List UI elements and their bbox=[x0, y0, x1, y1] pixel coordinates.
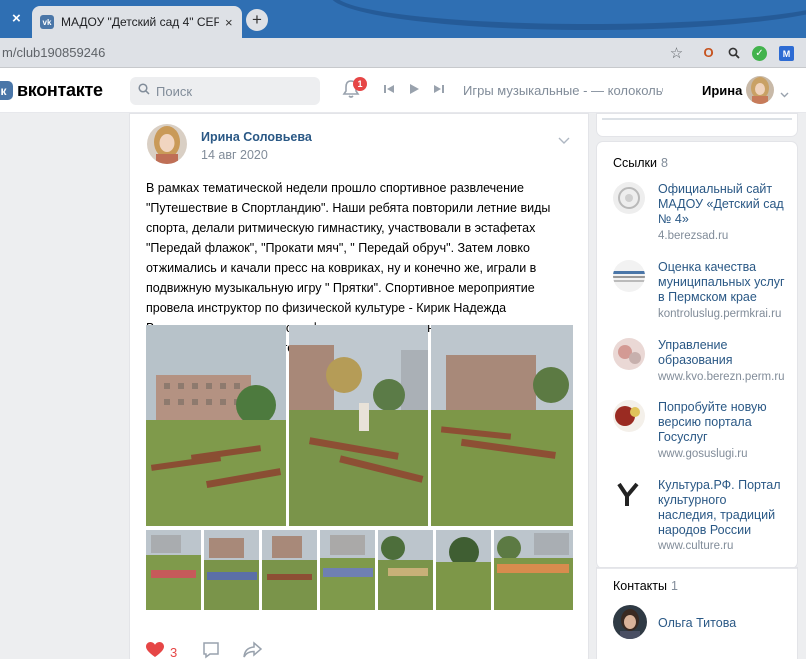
link-thumbnail bbox=[613, 260, 645, 292]
extension-o-icon[interactable]: O bbox=[700, 44, 717, 61]
block-divider bbox=[602, 118, 792, 120]
extension-search-icon[interactable] bbox=[725, 44, 742, 61]
audio-player-controls bbox=[383, 82, 445, 100]
search-icon bbox=[138, 82, 150, 100]
tab-title: МАДОУ "Детский сад 4" СЕРЕБР bbox=[61, 15, 219, 29]
link-title[interactable]: Оценка качества муниципальных услуг в Пе… bbox=[658, 260, 788, 305]
post-photo-7[interactable] bbox=[320, 530, 375, 610]
search-input[interactable] bbox=[156, 83, 306, 99]
contacts-heading[interactable]: Контакты 1 bbox=[613, 579, 678, 593]
previous-tab-close-icon[interactable]: × bbox=[12, 10, 21, 27]
link-thumbnail bbox=[613, 400, 645, 432]
link-thumbnail bbox=[613, 182, 645, 214]
links-heading[interactable]: Ссылки 8 bbox=[613, 156, 668, 170]
wall-post: Ирина Соловьева 14 авг 2020 В рамках тем… bbox=[130, 114, 588, 659]
browser-tab-strip: × vk МАДОУ "Детский сад 4" СЕРЕБР × + bbox=[0, 0, 806, 38]
address-bar: m/club190859246 ☆ O ✓ M bbox=[0, 38, 806, 68]
share-icon[interactable] bbox=[243, 641, 263, 659]
notification-badge: 1 bbox=[353, 77, 367, 91]
post-author-name[interactable]: Ирина Соловьева bbox=[201, 130, 312, 144]
link-title[interactable]: Официальный сайт МАДОУ «Детский сад № 4» bbox=[658, 182, 788, 227]
previous-track-icon[interactable] bbox=[383, 82, 395, 100]
contacts-block: Контакты 1 Ольга Титова bbox=[597, 568, 797, 659]
post-date[interactable]: 14 авг 2020 bbox=[201, 148, 268, 162]
vk-logo-text[interactable]: вконтакте bbox=[17, 80, 103, 101]
now-playing-track[interactable]: Игры музыкальные - — колокольч... bbox=[463, 83, 663, 98]
post-photo-3[interactable] bbox=[431, 325, 573, 526]
post-photo-10[interactable] bbox=[494, 530, 573, 610]
link-thumbnail bbox=[613, 478, 645, 510]
next-track-icon[interactable] bbox=[433, 82, 445, 100]
link-thumbnail bbox=[613, 338, 645, 370]
desktop-wallpaper-decoration bbox=[330, 0, 806, 30]
post-menu-chevron-icon[interactable] bbox=[558, 132, 570, 150]
post-photo-4[interactable] bbox=[146, 530, 201, 610]
vk-header: к вконтакте 1 Игры музыкальные - — колок… bbox=[0, 68, 806, 113]
url-field[interactable]: m/club190859246 bbox=[2, 45, 105, 60]
user-menu-chevron-icon[interactable] bbox=[780, 85, 789, 103]
link-title[interactable]: Попробуйте новую версию портала Госуслуг bbox=[658, 400, 788, 445]
like-button[interactable]: 3 bbox=[146, 642, 177, 659]
author-avatar[interactable] bbox=[147, 124, 187, 164]
user-avatar[interactable] bbox=[746, 76, 774, 104]
contact-name[interactable]: Ольга Титова bbox=[658, 616, 736, 630]
comment-icon[interactable] bbox=[202, 641, 220, 659]
post-photo-9[interactable] bbox=[436, 530, 491, 610]
link-url: www.culture.ru bbox=[658, 540, 734, 552]
right-column-top-block bbox=[597, 114, 797, 136]
heart-icon bbox=[146, 642, 164, 659]
post-photo-8[interactable] bbox=[378, 530, 433, 610]
link-url: www.kvo.berezn.perm.ru bbox=[658, 371, 785, 383]
search-box[interactable] bbox=[130, 77, 320, 105]
link-url: www.gosuslugi.ru bbox=[658, 448, 748, 460]
link-url: kontroluslug.permkrai.ru bbox=[658, 308, 782, 320]
link-title[interactable]: Управление образования bbox=[658, 338, 788, 368]
links-block: Ссылки 8 Официальный сайт МАДОУ «Детский … bbox=[597, 142, 797, 568]
vk-favicon-icon: vk bbox=[40, 15, 54, 29]
links-count: 8 bbox=[661, 156, 668, 170]
extension-check-icon[interactable]: ✓ bbox=[752, 46, 767, 61]
links-heading-label: Ссылки bbox=[613, 156, 658, 170]
extension-m-icon[interactable]: M bbox=[779, 46, 794, 61]
post-photo-5[interactable] bbox=[204, 530, 259, 610]
link-url: 4.berezsad.ru bbox=[658, 230, 729, 242]
vk-logo-icon[interactable]: к bbox=[0, 81, 13, 100]
post-photo-6[interactable] bbox=[262, 530, 317, 610]
play-icon[interactable] bbox=[408, 82, 420, 100]
contacts-count: 1 bbox=[671, 579, 678, 593]
contacts-heading-label: Контакты bbox=[613, 579, 667, 593]
browser-tab-active[interactable]: vk МАДОУ "Детский сад 4" СЕРЕБР × bbox=[32, 6, 242, 38]
user-name[interactable]: Ирина bbox=[702, 83, 742, 98]
bookmark-star-icon[interactable]: ☆ bbox=[668, 44, 685, 62]
contact-avatar[interactable] bbox=[613, 605, 647, 639]
post-photo-2[interactable] bbox=[289, 325, 428, 526]
tab-close-icon[interactable]: × bbox=[225, 15, 233, 30]
post-photo-1[interactable] bbox=[146, 325, 286, 526]
new-tab-button[interactable]: + bbox=[246, 9, 268, 31]
link-title[interactable]: Культура.РФ. Портал культурного наследия… bbox=[658, 478, 788, 538]
like-count: 3 bbox=[170, 645, 178, 659]
